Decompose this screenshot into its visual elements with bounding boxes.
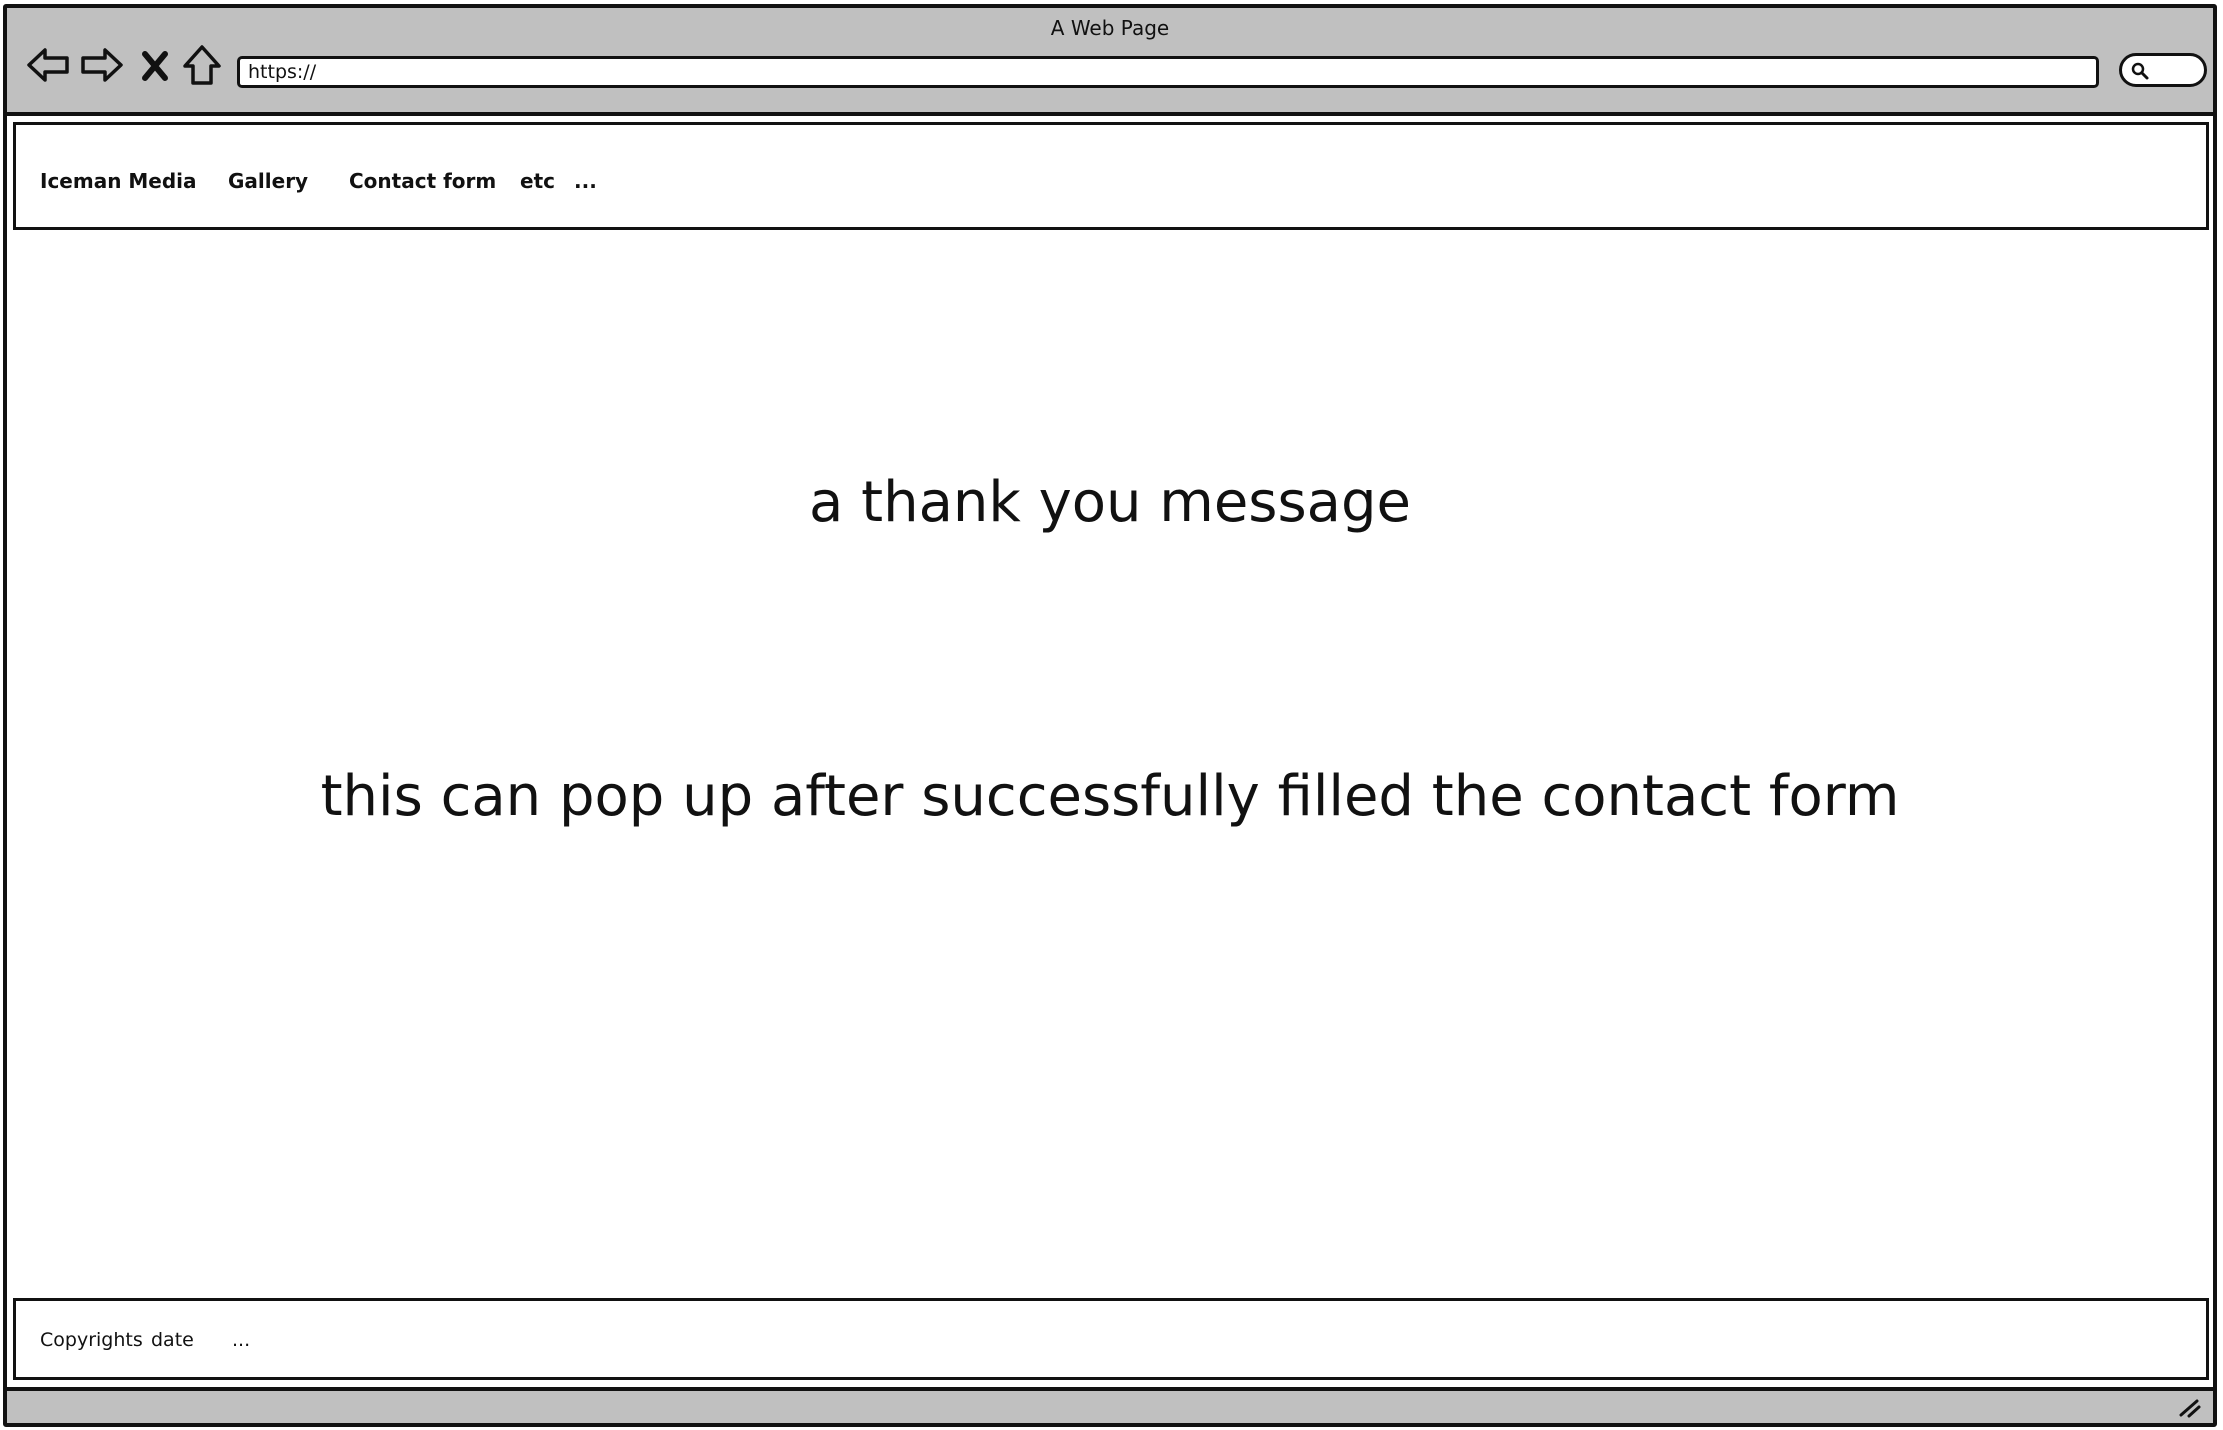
- address-bar[interactable]: https://: [237, 56, 2099, 88]
- nav-item-contact-form[interactable]: Contact form: [349, 169, 496, 193]
- thank-you-heading: a thank you message: [809, 470, 1411, 535]
- site-header: Iceman Media Gallery Contact form etc ..…: [13, 122, 2209, 230]
- window-title: A Web Page: [1050, 16, 1170, 40]
- nav-item-more[interactable]: ...: [574, 169, 597, 193]
- browser-toolbar: A Web Page https://: [7, 8, 2213, 116]
- back-arrow-icon[interactable]: [25, 42, 71, 88]
- nav-item-iceman-media[interactable]: Iceman Media: [40, 169, 197, 193]
- resize-grip-icon[interactable]: [2177, 1395, 2203, 1419]
- home-icon[interactable]: [179, 42, 225, 88]
- popup-note: this can pop up after successfully fille…: [320, 764, 1900, 829]
- search-icon: [2131, 62, 2149, 80]
- search-field[interactable]: [2119, 53, 2207, 87]
- forward-arrow-icon[interactable]: [79, 42, 125, 88]
- close-x-icon[interactable]: [137, 42, 173, 88]
- footer-more: ...: [232, 1329, 251, 1351]
- browser-window: A Web Page https:// Iceman Media Gallery…: [3, 4, 2217, 1427]
- footer-copyrights: Copyrights: [40, 1329, 143, 1351]
- nav-item-etc[interactable]: etc: [520, 169, 555, 193]
- site-footer: Copyrights date ...: [13, 1298, 2209, 1380]
- status-bar: [7, 1387, 2213, 1423]
- footer-date: date: [151, 1329, 194, 1351]
- nav-item-gallery[interactable]: Gallery: [228, 169, 308, 193]
